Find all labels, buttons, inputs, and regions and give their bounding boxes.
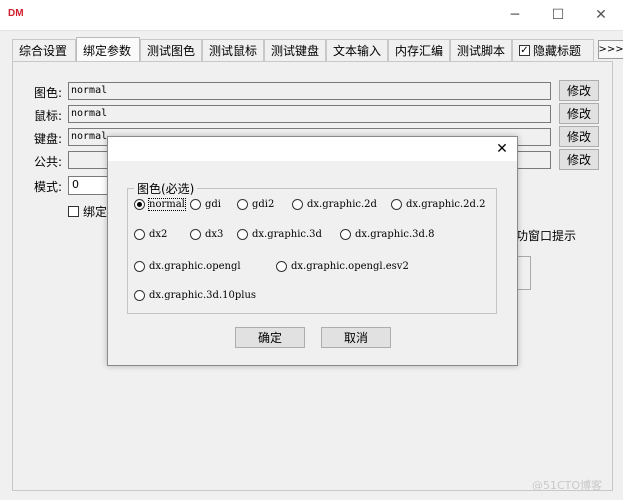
tab-memory-asm[interactable]: 内存汇编 xyxy=(388,39,450,61)
group-title: 图色(必选) xyxy=(134,180,198,197)
radio-dot[interactable] xyxy=(237,199,248,210)
radio-label: dx.graphic.opengl xyxy=(149,261,241,272)
radio-label: dx.graphic.3d xyxy=(252,229,322,240)
radio-dot[interactable] xyxy=(190,229,201,240)
radio-dx-graphic-opengl[interactable]: dx.graphic.opengl xyxy=(134,261,241,272)
edit-color-button[interactable]: 修改 xyxy=(559,80,599,101)
tab-label: 内存汇编 xyxy=(395,44,444,58)
tab-label: 测试脚本 xyxy=(457,44,506,58)
tab-label: 隐藏标题 xyxy=(533,44,582,58)
tab-test-script[interactable]: 测试脚本 xyxy=(450,39,512,61)
window-hint-text: 功窗口提示 xyxy=(516,229,577,243)
color-field[interactable]: normal xyxy=(68,82,551,100)
radio-label: dx.graphic.3d.10plus xyxy=(149,290,257,301)
bind-checkbox-label: 绑定 xyxy=(83,205,108,219)
bind-checkbox-box[interactable] xyxy=(68,206,79,217)
radio-dot[interactable] xyxy=(134,229,145,240)
radio-dx2[interactable]: dx2 xyxy=(134,229,167,240)
radio-dx-graphic-3d-10plus[interactable]: dx.graphic.3d.10plus xyxy=(134,290,256,301)
radio-dx-graphic-3d-8[interactable]: dx.graphic.3d.8 xyxy=(340,229,435,240)
radio-dot[interactable] xyxy=(134,290,145,301)
radio-label: dx3 xyxy=(205,229,224,240)
mode-select[interactable]: 0 xyxy=(68,176,112,195)
radio-label: dx.graphic.3d.8 xyxy=(355,229,435,240)
radio-label: dx.graphic.2d xyxy=(307,199,377,210)
tab-label: 综合设置 xyxy=(19,44,68,58)
cancel-button[interactable]: 取消 xyxy=(321,327,391,348)
mouse-field[interactable]: normal xyxy=(68,105,551,123)
tab-label: 测试鼠标 xyxy=(209,44,258,58)
dialog-title-bar: ✕ xyxy=(108,137,517,161)
mouse-label: 鼠标: xyxy=(34,109,63,123)
radio-label: gdi2 xyxy=(252,199,275,210)
radio-dot[interactable] xyxy=(134,261,145,272)
radio-dot[interactable] xyxy=(292,199,303,210)
tab-label: 测试键盘 xyxy=(271,44,320,58)
tab-label: 文本输入 xyxy=(333,44,382,58)
bind-checkbox[interactable]: 绑定 xyxy=(68,203,107,220)
keyboard-label: 键盘: xyxy=(34,132,63,146)
tab-scroll-button[interactable]: >>> xyxy=(598,40,623,59)
radio-dot[interactable] xyxy=(190,199,201,210)
radio-label: gdi xyxy=(205,199,222,210)
tab-test-keyboard[interactable]: 测试键盘 xyxy=(264,39,326,61)
edit-public-button[interactable]: 修改 xyxy=(559,149,599,170)
edit-keyboard-button[interactable]: 修改 xyxy=(559,126,599,147)
radio-dot[interactable] xyxy=(391,199,402,210)
color-label: 图色: xyxy=(34,86,63,100)
watermark: @51CTO博客 xyxy=(532,479,603,492)
close-button[interactable]: ✕ xyxy=(581,0,621,30)
tab-text-input[interactable]: 文本输入 xyxy=(326,39,388,61)
maximize-icon: ☐ xyxy=(551,7,565,23)
radio-dot[interactable] xyxy=(134,199,145,210)
radio-label: dx.graphic.2d.2 xyxy=(406,199,486,210)
minimize-icon: ─ xyxy=(510,7,520,23)
tab-label: 绑定参数 xyxy=(83,43,132,58)
tab-strip: 综合设置 绑定参数 测试图色 测试鼠标 测试键盘 文本输入 内存汇编 测试脚本 … xyxy=(12,37,623,62)
ok-button[interactable]: 确定 xyxy=(235,327,305,348)
radio-dx3[interactable]: dx3 xyxy=(190,229,223,240)
radio-label: dx2 xyxy=(149,229,168,240)
radio-dx-graphic-2d[interactable]: dx.graphic.2d xyxy=(292,199,377,210)
minimize-button[interactable]: ─ xyxy=(495,0,535,30)
radio-dot[interactable] xyxy=(340,229,351,240)
radio-normal[interactable]: normal xyxy=(134,198,186,211)
radio-dx-graphic-2d-2[interactable]: dx.graphic.2d.2 xyxy=(391,199,486,210)
tab-general-settings[interactable]: 综合设置 xyxy=(12,39,76,61)
tab-label: 测试图色 xyxy=(147,44,196,58)
title-bar: DM ─ ☐ ✕ xyxy=(0,0,623,31)
edit-mouse-button[interactable]: 修改 xyxy=(559,103,599,124)
dialog-close-button[interactable]: ✕ xyxy=(492,139,512,159)
maximize-button[interactable]: ☐ xyxy=(538,0,578,30)
tab-test-color[interactable]: 测试图色 xyxy=(140,39,202,61)
radio-dx-graphic-opengl-esv2[interactable]: dx.graphic.opengl.esv2 xyxy=(276,261,409,272)
app-logo: DM xyxy=(8,8,24,19)
radio-dot[interactable] xyxy=(237,229,248,240)
radio-gdi[interactable]: gdi xyxy=(190,199,221,210)
close-icon: ✕ xyxy=(496,141,508,157)
color-mode-dialog: ✕ 图色(必选) normal gdi gdi2 dx.graphic.2d d… xyxy=(107,136,518,366)
public-label: 公共: xyxy=(34,155,63,169)
mode-label: 模式: xyxy=(34,180,63,194)
tab-bind-params[interactable]: 绑定参数 xyxy=(76,37,140,62)
tab-test-mouse[interactable]: 测试鼠标 xyxy=(202,39,264,61)
radio-dx-graphic-3d[interactable]: dx.graphic.3d xyxy=(237,229,322,240)
radio-gdi2[interactable]: gdi2 xyxy=(237,199,274,210)
hide-title-checkbox[interactable]: ✓ xyxy=(519,45,530,56)
close-icon: ✕ xyxy=(595,7,607,23)
radio-label: dx.graphic.opengl.esv2 xyxy=(291,261,409,272)
radio-dot[interactable] xyxy=(276,261,287,272)
tab-hide-title[interactable]: ✓ 隐藏标题 xyxy=(512,39,594,61)
radio-label: normal xyxy=(148,198,186,211)
